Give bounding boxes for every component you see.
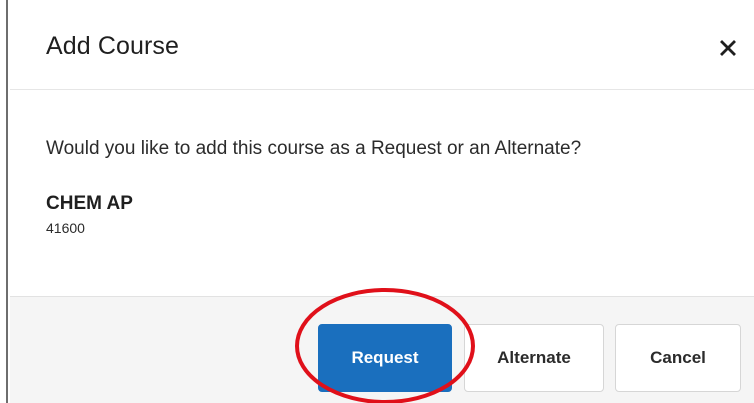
close-icon	[720, 40, 736, 56]
dialog-header: Add Course	[10, 6, 754, 90]
add-course-dialog: Add Course Would you like to add this co…	[10, 6, 754, 403]
alternate-button[interactable]: Alternate	[464, 324, 604, 392]
dialog-question: Would you like to add this course as a R…	[46, 138, 582, 159]
window-edge	[0, 0, 10, 403]
close-button[interactable]	[710, 30, 746, 66]
dialog-body: Would you like to add this course as a R…	[10, 90, 754, 302]
dialog-title: Add Course	[46, 32, 180, 60]
request-button[interactable]: Request	[318, 324, 452, 392]
page: Add Course Would you like to add this co…	[0, 0, 754, 403]
dialog-footer: Request Alternate Cancel	[10, 296, 754, 403]
course-name: CHEM AP	[46, 193, 133, 214]
cancel-button[interactable]: Cancel	[615, 324, 741, 392]
course-number: 41600	[46, 220, 85, 236]
